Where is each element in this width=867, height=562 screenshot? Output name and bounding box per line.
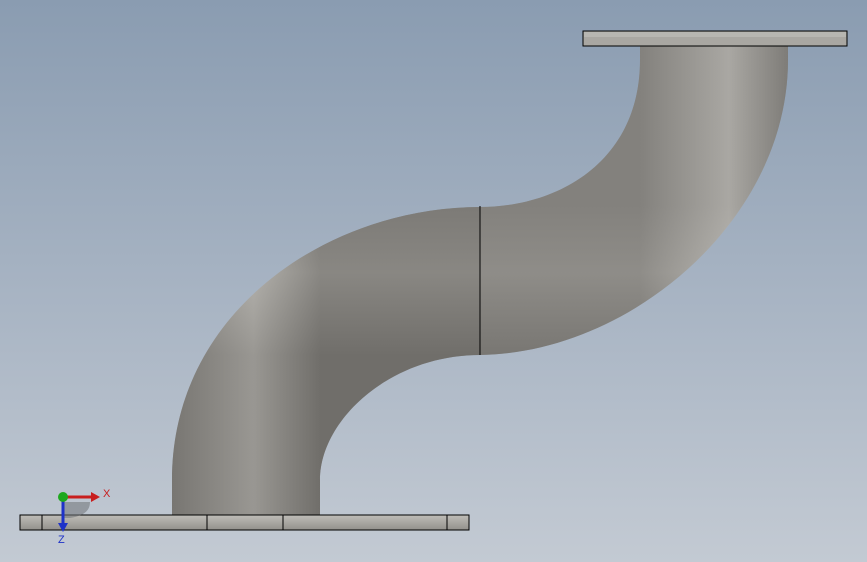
axis-triad: X Z [58, 488, 111, 546]
x-axis-label: X [103, 488, 111, 500]
z-axis-label: Z [58, 534, 65, 546]
pipe-model[interactable] [0, 0, 867, 562]
triad-shadow [64, 502, 90, 518]
cad-viewport[interactable]: X Z [0, 0, 867, 562]
y-axis-dot [58, 492, 68, 502]
